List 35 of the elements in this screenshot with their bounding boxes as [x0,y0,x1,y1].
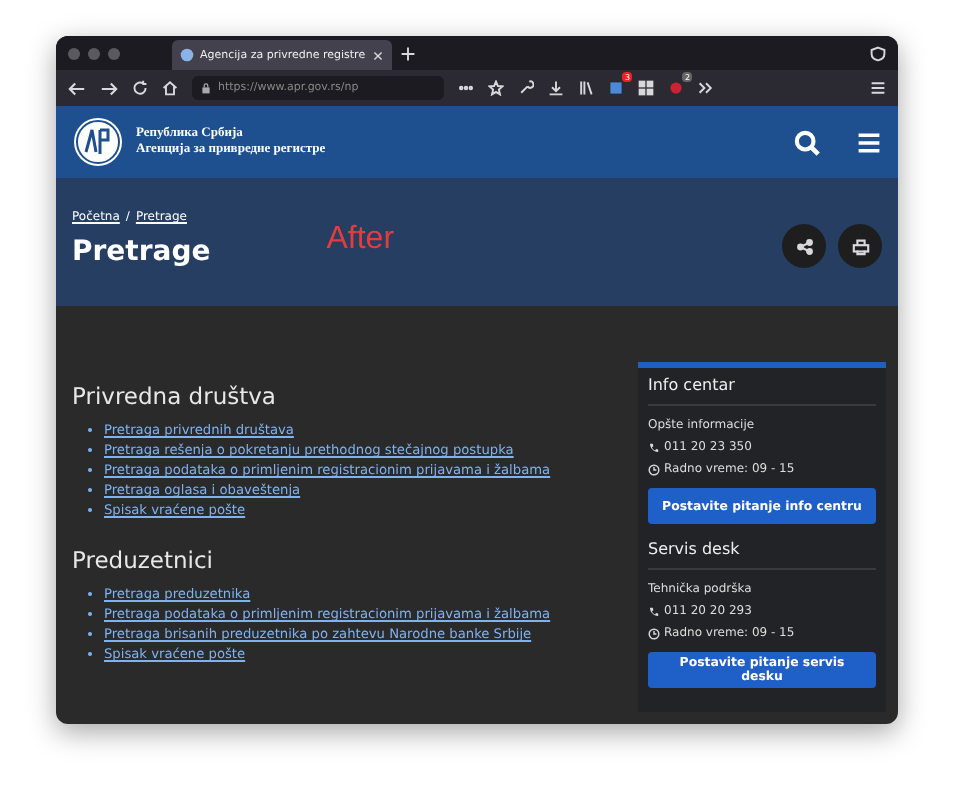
logo-icon[interactable] [72,116,124,168]
annotation-label: After [326,222,395,258]
window-close-dot[interactable] [68,47,80,59]
page-title: Pretrage [72,236,211,268]
plus-icon[interactable] [400,45,416,61]
share-button[interactable] [782,224,826,268]
forward-icon[interactable] [100,79,118,97]
reload-icon[interactable] [132,80,148,96]
search-icon[interactable] [794,129,820,155]
clock-icon[interactable] [648,463,660,475]
close-icon[interactable] [372,49,384,61]
window-zoom-dot[interactable] [108,47,120,59]
panel-title: Info centar [648,376,876,406]
overflow-chevron-icon[interactable] [698,80,714,96]
section-heading: Preduzetnici [72,546,215,574]
star-icon[interactable] [488,80,504,96]
section-heading: Privredna društva [72,382,278,410]
print-button[interactable] [838,224,882,268]
home-icon[interactable] [162,80,178,96]
library-icon[interactable] [578,80,594,96]
phone-icon[interactable] [648,441,660,453]
panel-title: Servis desk [648,540,876,570]
lock-icon [200,82,212,94]
shield-icon[interactable] [870,45,886,61]
more-icon[interactable] [458,80,474,96]
menu-icon[interactable] [870,80,886,96]
globe-icon [180,48,194,62]
phone-icon[interactable] [648,605,660,617]
share-icon[interactable] [795,237,813,255]
printer-icon[interactable] [851,237,869,255]
window-minimize-dot[interactable] [88,47,100,59]
grid-icon[interactable] [638,80,654,96]
download-icon[interactable] [548,80,564,96]
back-icon[interactable] [68,79,86,97]
clock-icon[interactable] [648,627,660,639]
